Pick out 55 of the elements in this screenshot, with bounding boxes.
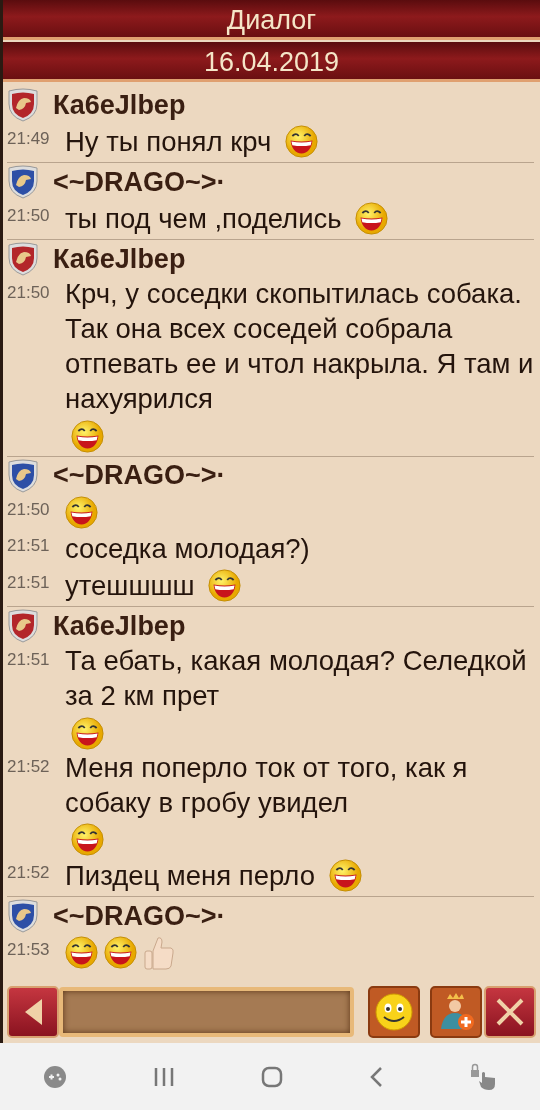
shield-icon	[7, 165, 39, 200]
grinning-emoji-icon	[71, 419, 104, 453]
gamepad-icon[interactable]	[43, 1064, 67, 1089]
shield-icon	[7, 609, 39, 644]
grinning-emoji-icon	[208, 569, 242, 603]
message-time: 21:51	[7, 534, 51, 557]
home-icon[interactable]	[261, 1065, 283, 1088]
message-time: 21:50	[7, 205, 51, 228]
shield-icon	[7, 88, 39, 122]
message-time: 21:50	[7, 498, 51, 521]
sender-name[interactable]: Ка6еJlbep	[53, 239, 186, 280]
message-text: Крч, у соседки скопытилась собака. Так она всех соседей собрала отпевать ее и чтол накрыла. Я там и нахуярился	[65, 277, 534, 417]
message-time: 21:52	[7, 861, 51, 884]
message-time: 21:51	[7, 572, 51, 595]
sender-name[interactable]: <~DRAGO~>·	[53, 455, 226, 496]
touch-lock-icon[interactable]	[469, 1062, 497, 1091]
message-time: 21:49	[7, 128, 51, 150]
grinning-emoji-icon	[104, 936, 137, 970]
sender-name[interactable]: Ка6еJlbep	[53, 84, 186, 126]
message-text: соседка молодая?)	[65, 532, 310, 567]
sender-name[interactable]: <~DRAGO~>·	[53, 895, 226, 937]
grinning-emoji-icon	[65, 495, 98, 529]
recent-apps-icon[interactable]	[153, 1066, 175, 1087]
grinning-emoji-icon	[284, 125, 318, 159]
message-text: Пиздец меня перло	[65, 859, 315, 894]
grinning-emoji-icon	[328, 859, 362, 893]
message-text: утешшшш	[65, 569, 195, 604]
grinning-emoji-icon	[355, 202, 389, 236]
message-text: Меня поперло ток от того, как я собаку в гробу увидел	[65, 750, 469, 820]
emoji-button[interactable]	[368, 986, 420, 1038]
add-friend-button[interactable]	[430, 986, 482, 1038]
sender-name[interactable]: Ка6еJlbep	[53, 606, 186, 647]
message-time: 21:52	[7, 755, 51, 778]
window-title: Диалог	[3, 0, 540, 40]
back-icon[interactable]	[369, 1065, 383, 1088]
smiley-icon	[374, 992, 414, 1032]
message-time: 21:53	[7, 939, 51, 962]
message-text: Ну ты понял крч	[65, 125, 272, 160]
sender-name[interactable]: <~DRAGO~>·	[53, 162, 226, 203]
shield-icon	[7, 899, 39, 934]
shield-icon	[7, 458, 39, 493]
message-time: 21:51	[7, 649, 51, 672]
grinning-emoji-icon	[71, 822, 104, 856]
thumbs-up-icon	[143, 934, 175, 971]
message-input[interactable]	[59, 987, 354, 1037]
shield-icon	[7, 242, 39, 277]
close-icon	[495, 997, 525, 1027]
grinning-emoji-icon	[65, 936, 98, 970]
back-button[interactable]	[7, 986, 59, 1038]
grinning-emoji-icon	[71, 716, 104, 750]
message-text: ты под чем ,поделись	[65, 202, 342, 237]
message-text: Та ебать, какая молодая? Селедкой за 2 км прет	[65, 644, 528, 714]
message-time: 21:50	[7, 282, 51, 305]
close-button[interactable]	[484, 986, 536, 1038]
date-header: 16.04.2019	[3, 42, 540, 82]
